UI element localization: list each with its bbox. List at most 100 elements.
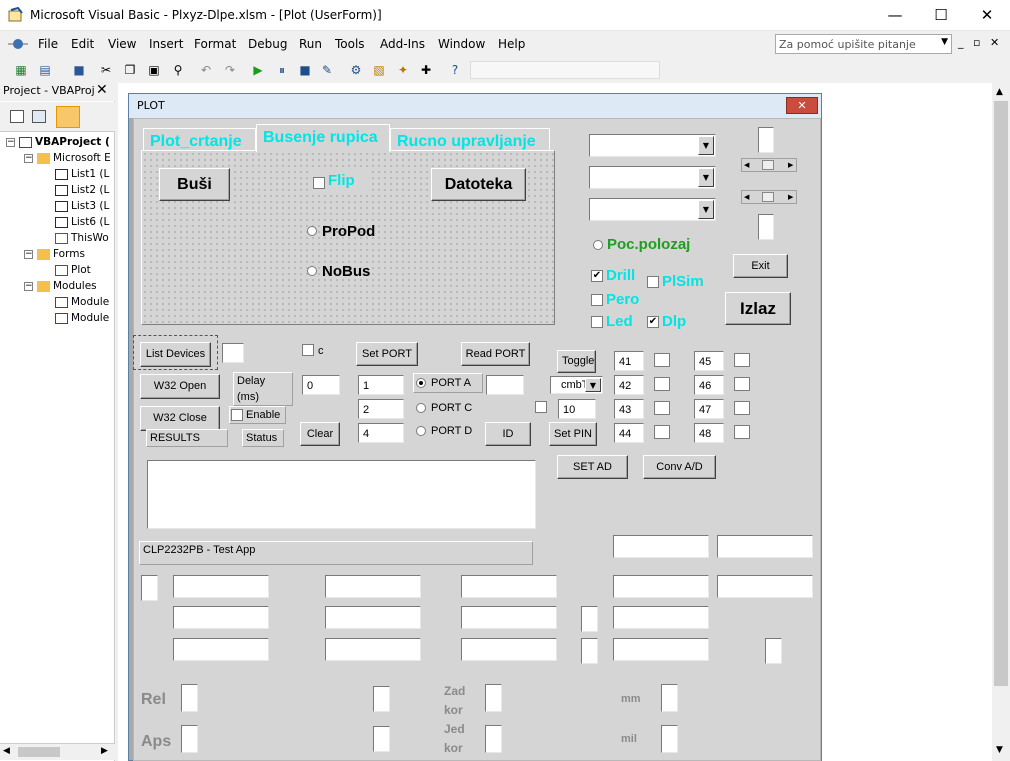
find-icon[interactable]: ⚲ [169, 61, 187, 79]
toggle-folders-icon[interactable] [56, 106, 80, 128]
flip-checkbox[interactable]: Flip [310, 170, 368, 195]
text-r2-c3[interactable] [461, 575, 557, 598]
tree-item[interactable]: List1 (L [0, 167, 115, 183]
port-c-radio[interactable] [416, 403, 426, 413]
jed-kor-input[interactable] [485, 725, 502, 753]
enable-checkbox[interactable]: Enable [229, 406, 286, 424]
scroll-thumb[interactable] [18, 747, 60, 757]
text-r3-c4[interactable] [613, 606, 709, 629]
text-r2-c2[interactable] [325, 575, 421, 598]
pin-checkbox[interactable] [535, 401, 547, 413]
delay-input[interactable]: 0 [302, 375, 340, 395]
pin-48[interactable]: 48 [694, 423, 724, 443]
maximize-button[interactable]: ☐ [918, 0, 964, 31]
view-object-icon[interactable] [32, 110, 46, 123]
collapse-icon[interactable]: − [24, 154, 33, 163]
cut-icon[interactable]: ✂ [97, 61, 115, 79]
port-d-radio[interactable] [416, 426, 426, 436]
tree-item[interactable]: − Modules [0, 279, 115, 295]
scrollbar-lower[interactable]: ◀ ▶ [741, 190, 797, 204]
toolbox-icon[interactable]: ✚ [417, 61, 435, 79]
pero-checkbox[interactable] [591, 294, 603, 306]
tree-item[interactable]: Module [0, 311, 115, 327]
undo-icon[interactable]: ↶ [197, 61, 215, 79]
text-small-left[interactable] [141, 575, 158, 601]
pin-48-check[interactable] [734, 425, 750, 439]
poc-polozaj-radio[interactable] [593, 240, 603, 250]
mil-input[interactable] [661, 725, 678, 753]
propod-radio[interactable] [307, 226, 317, 236]
pin-44[interactable]: 44 [614, 423, 644, 443]
pin-46-check[interactable] [734, 377, 750, 391]
userform-close-button[interactable]: ✕ [786, 97, 818, 114]
reset-icon[interactable]: ■ [296, 61, 314, 79]
close-button[interactable]: ✕ [964, 0, 1010, 31]
mm-input[interactable] [661, 684, 678, 712]
text-r4-c2[interactable] [325, 638, 421, 661]
text-r2-c4[interactable] [613, 575, 709, 598]
vba-menu-icon[interactable] [6, 36, 34, 52]
chevron-down-icon[interactable]: ▼ [698, 200, 714, 219]
combo-1[interactable]: ▼ [589, 134, 716, 157]
izlaz-button[interactable]: Izlaz [725, 292, 791, 325]
lower-readout[interactable] [758, 214, 774, 240]
project-explorer-close[interactable]: ✕ [96, 82, 108, 98]
pin-42-check[interactable] [654, 377, 670, 391]
menu-edit[interactable]: Edit [71, 37, 94, 51]
tree-item[interactable]: − Forms [0, 247, 115, 263]
scroll-right-icon[interactable]: ▶ [101, 746, 108, 756]
combo-2[interactable]: ▼ [589, 166, 716, 189]
designer-vscroll[interactable]: ▲ ▼ [992, 83, 1010, 761]
rel-input[interactable] [181, 684, 198, 712]
tree-item[interactable]: Module [0, 295, 115, 311]
set-pin-button[interactable]: Set PIN [549, 422, 597, 446]
help-icon[interactable]: ? [446, 61, 464, 79]
chevron-down-icon[interactable]: ▼ [941, 37, 948, 47]
plsim-checkbox[interactable] [647, 276, 659, 288]
text-r3-small[interactable] [581, 606, 598, 632]
nobus-radio[interactable] [307, 266, 317, 276]
port-value-1[interactable]: 1 [358, 375, 404, 395]
tree-item[interactable]: Plot [0, 263, 115, 279]
text-r4-c3[interactable] [461, 638, 557, 661]
child-close-button[interactable]: ✕ [990, 36, 999, 49]
chevron-down-icon[interactable]: ▼ [585, 378, 601, 392]
conv-ad-button[interactable]: Conv A/D [643, 455, 716, 479]
pin-42[interactable]: 42 [614, 375, 644, 395]
text-r2-c1[interactable] [173, 575, 269, 598]
tree-item[interactable]: List3 (L [0, 199, 115, 215]
text-r3-c3[interactable] [461, 606, 557, 629]
text-r2-c5[interactable] [717, 575, 813, 598]
text-r4-small-right[interactable] [765, 638, 782, 664]
text-r1-c6[interactable] [717, 535, 813, 558]
exit-button[interactable]: Exit [733, 254, 788, 278]
dlp-checkbox[interactable]: ✔ [647, 316, 659, 328]
upper-readout[interactable] [758, 127, 774, 153]
rel-input-2[interactable] [373, 686, 390, 712]
pin-45[interactable]: 45 [694, 351, 724, 371]
port-value-2[interactable]: 2 [358, 399, 404, 419]
device-count-box[interactable] [222, 343, 244, 363]
tree-item[interactable]: ThisWo [0, 231, 115, 247]
aps-input-2[interactable] [373, 726, 390, 752]
pin-43[interactable]: 43 [614, 399, 644, 419]
results-textbox[interactable] [147, 460, 536, 529]
enable-check-box[interactable] [231, 409, 243, 421]
menu-insert[interactable]: Insert [149, 37, 183, 51]
project-explorer-icon[interactable]: ⚙ [347, 61, 365, 79]
read-port-value[interactable] [486, 375, 524, 395]
set-ad-button[interactable]: SET AD [557, 455, 628, 479]
busi-button[interactable]: Buši [159, 168, 230, 201]
menu-debug[interactable]: Debug [248, 37, 287, 51]
scroll-down-icon[interactable]: ▼ [996, 745, 1003, 755]
collapse-icon[interactable]: − [24, 250, 33, 259]
scroll-up-icon[interactable]: ▲ [996, 87, 1003, 97]
led-checkbox[interactable] [591, 316, 603, 328]
help-search-box[interactable]: Za pomoć upišite pitanje ▼ [775, 34, 952, 54]
design-mode-icon[interactable]: ✎ [318, 61, 336, 79]
break-icon[interactable]: ⏸ [273, 61, 291, 79]
menu-window[interactable]: Window [438, 37, 485, 51]
chevron-down-icon[interactable]: ▼ [698, 136, 714, 155]
scroll-thumb[interactable] [762, 192, 774, 202]
minimize-button[interactable]: — [872, 0, 918, 31]
